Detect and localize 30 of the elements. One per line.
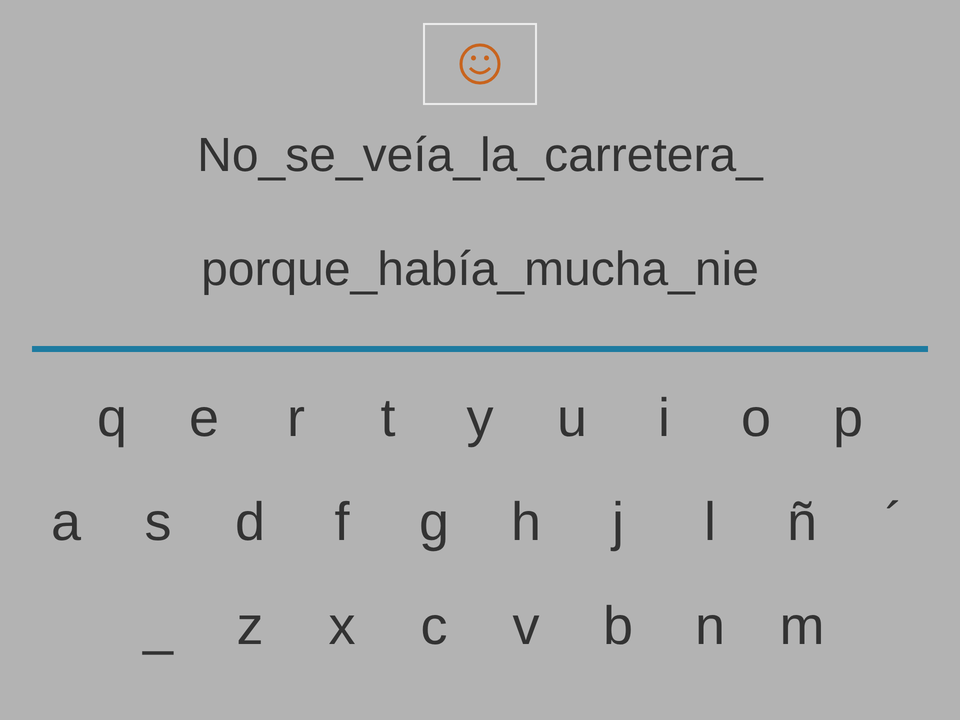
letter-key[interactable]: ñ [756,478,848,566]
letter-key[interactable]: z [204,582,296,670]
letter-key[interactable]: d [204,478,296,566]
letter-key[interactable]: c [388,582,480,670]
letter-key[interactable]: v [480,582,572,670]
letter-key[interactable]: r [250,374,342,462]
letter-key[interactable]: g [388,478,480,566]
letter-key[interactable]: t [342,374,434,462]
sentence-text: No_se_veía_la_carretera_ [197,128,763,184]
smiley-icon [458,42,502,86]
letter-key[interactable]: j [572,478,664,566]
letter-key[interactable]: ´ [848,478,940,566]
letter-key[interactable]: s [112,478,204,566]
letter-key[interactable]: i [618,374,710,462]
letter-key[interactable]: e [158,374,250,462]
letter-key[interactable]: a [20,478,112,566]
letter-key[interactable]: u [526,374,618,462]
letter-key[interactable]: b [572,582,664,670]
sentence-text: porque_había_mucha_nie [201,242,759,298]
letter-key[interactable]: f [296,478,388,566]
letter-key[interactable]: n [664,582,756,670]
letter-key[interactable]: _ [112,582,204,670]
letter-key[interactable]: q [66,374,158,462]
letter-key[interactable]: h [480,478,572,566]
letter-key[interactable]: o [710,374,802,462]
letter-key[interactable]: l [664,478,756,566]
letter-key[interactable]: p [802,374,894,462]
letter-key[interactable]: y [434,374,526,462]
letter-key[interactable]: x [296,582,388,670]
letter-key[interactable]: m [756,582,848,670]
